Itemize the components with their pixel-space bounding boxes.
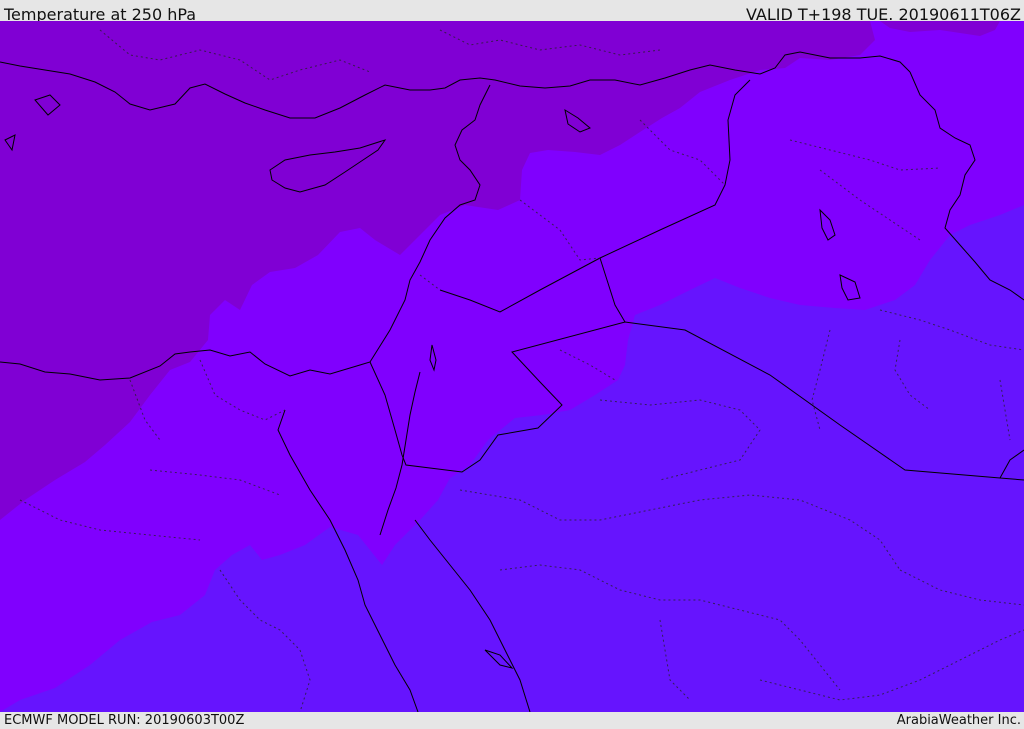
map-canvas — [0, 21, 1024, 712]
model-run-label: ECMWF MODEL RUN: 20190603T00Z — [4, 713, 245, 728]
map-figure: Temperature at 250 hPa VALID T+198 TUE. … — [0, 0, 1024, 729]
map-title: Temperature at 250 hPa — [4, 5, 197, 21]
header-bar: Temperature at 250 hPa VALID T+198 TUE. … — [0, 0, 1024, 21]
map-panel — [0, 21, 1024, 712]
valid-time-label: VALID T+198 TUE. 20190611T06Z — [745, 5, 1021, 21]
credit-label: ArabiaWeather Inc. — [896, 713, 1021, 728]
footer-bar: ECMWF MODEL RUN: 20190603T00Z ArabiaWeat… — [0, 712, 1024, 729]
